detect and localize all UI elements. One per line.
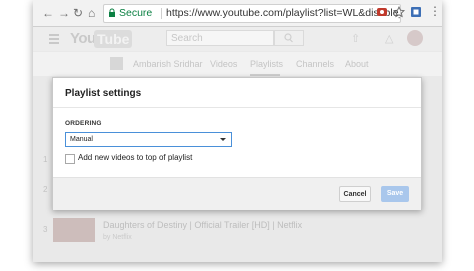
add-to-top-checkbox[interactable] bbox=[65, 154, 75, 164]
tab-playlists[interactable]: Playlists bbox=[250, 59, 283, 69]
back-button[interactable]: ← bbox=[42, 5, 54, 21]
tab-about[interactable]: About bbox=[345, 59, 369, 69]
row-number: 1 bbox=[43, 155, 48, 164]
extension-icon[interactable] bbox=[376, 6, 388, 18]
reload-button[interactable]: ↻ bbox=[73, 5, 83, 21]
channel-name[interactable]: Ambarish Sridhar bbox=[133, 59, 203, 69]
youtube-logo-you[interactable]: You bbox=[70, 30, 96, 47]
upload-icon[interactable]: ⇧ bbox=[351, 32, 360, 45]
add-to-top-label[interactable]: Add new videos to top of playlist bbox=[78, 153, 192, 162]
tab-videos[interactable]: Videos bbox=[210, 59, 237, 69]
secure-label: Secure bbox=[119, 7, 153, 19]
video-thumbnail[interactable] bbox=[53, 218, 95, 242]
youtube-logo-tube[interactable]: Tube bbox=[94, 30, 133, 48]
bell-icon[interactable]: △ bbox=[385, 32, 393, 45]
menu-icon[interactable]: ⋮ bbox=[429, 4, 441, 18]
address-bar[interactable]: Secure https://www.youtube.com/playlist?… bbox=[103, 4, 401, 23]
playlist-settings-dialog: Playlist settings ORDERING Manual Add ne… bbox=[52, 77, 422, 210]
dialog-footer: Cancel Save bbox=[53, 177, 421, 210]
channel-nav: Ambarish Sridhar Videos Playlists Channe… bbox=[33, 52, 442, 76]
video-title[interactable]: Daughters of Destiny | Official Trailer … bbox=[103, 220, 302, 230]
tab-channels[interactable]: Channels bbox=[296, 59, 334, 69]
dialog-title: Playlist settings bbox=[65, 88, 142, 99]
active-tab-indicator bbox=[250, 74, 280, 76]
youtube-header: You Tube Search ⇧ △ bbox=[33, 27, 442, 51]
extension-icon[interactable] bbox=[410, 6, 422, 18]
url-text[interactable]: https://www.youtube.com/playlist?list=WL… bbox=[166, 5, 400, 22]
hamburger-icon[interactable] bbox=[49, 34, 59, 46]
search-input[interactable]: Search bbox=[166, 30, 274, 46]
cancel-button[interactable]: Cancel bbox=[339, 186, 371, 202]
avatar[interactable] bbox=[407, 30, 423, 46]
dialog-divider bbox=[53, 107, 421, 108]
browser-toolbar: ← → ↻ ⌂ Secure https://www.youtube.com/p… bbox=[33, 0, 442, 27]
ordering-value: Manual bbox=[70, 136, 93, 143]
home-button[interactable]: ⌂ bbox=[88, 5, 95, 21]
chevron-down-icon bbox=[220, 138, 226, 141]
forward-button[interactable]: → bbox=[58, 5, 70, 21]
video-channel[interactable]: by Netflix bbox=[103, 234, 132, 241]
channel-avatar[interactable] bbox=[110, 57, 123, 70]
search-icon bbox=[284, 33, 293, 43]
omnibox-separator bbox=[161, 8, 162, 19]
ordering-select[interactable]: Manual bbox=[65, 132, 232, 147]
search-button[interactable] bbox=[274, 30, 304, 46]
row-number: 2 bbox=[43, 185, 48, 194]
star-icon[interactable] bbox=[393, 6, 405, 18]
row-number: 3 bbox=[43, 225, 48, 234]
ordering-label: ORDERING bbox=[65, 120, 102, 127]
lock-icon bbox=[109, 8, 115, 17]
save-button[interactable]: Save bbox=[381, 186, 409, 202]
